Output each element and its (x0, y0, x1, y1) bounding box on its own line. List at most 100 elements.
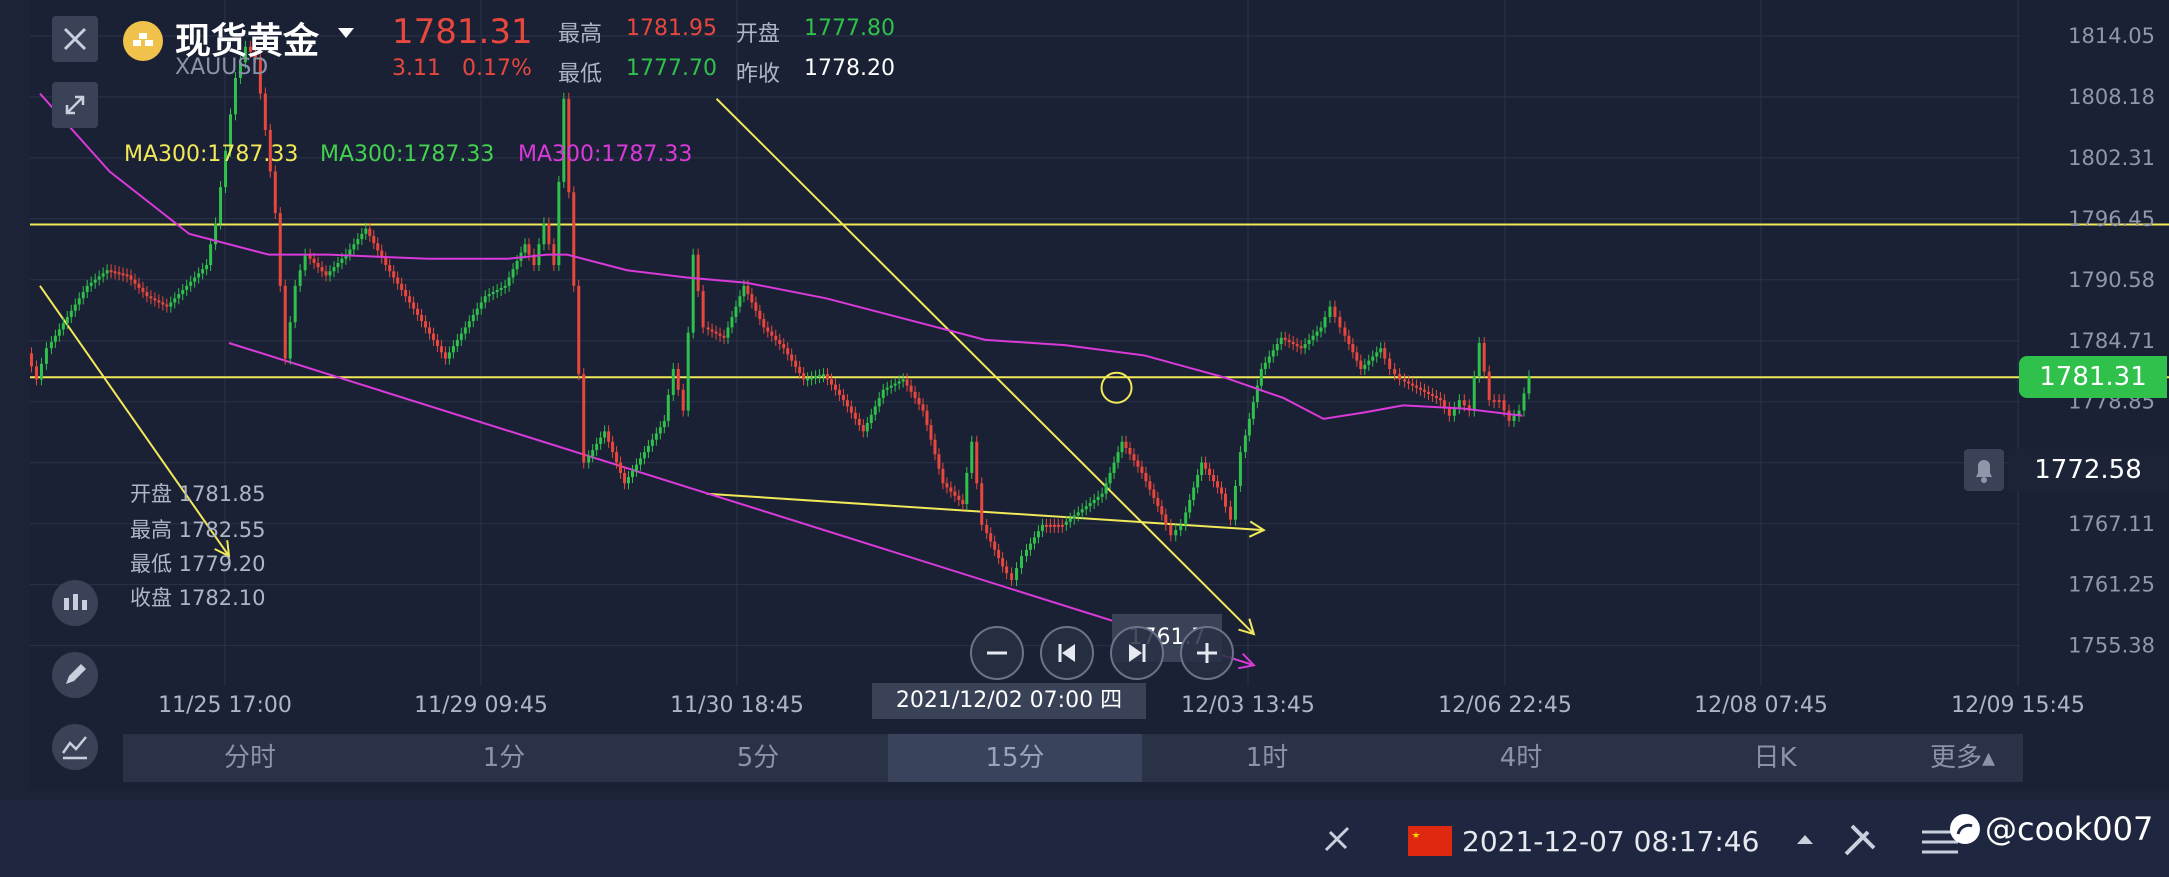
candle-body (1068, 518, 1072, 522)
draw-button[interactable] (52, 652, 98, 698)
candle-body (451, 346, 455, 353)
forward-button[interactable] (1110, 626, 1164, 680)
candle-body (1128, 447, 1132, 455)
candle-body (975, 441, 979, 484)
candle-body (1423, 389, 1426, 392)
no-location-icon[interactable] (1318, 820, 1358, 860)
candle-body (1144, 472, 1148, 482)
candle-body (1315, 331, 1319, 336)
candle-body (1452, 407, 1456, 416)
candle-body (671, 368, 675, 395)
candle-body (69, 310, 73, 318)
x-tick-label: 12/08 07:45 (1694, 693, 1828, 718)
candle-body (1333, 306, 1337, 318)
candle-body (889, 385, 893, 388)
candle-body (638, 458, 642, 465)
timeframe-tabs: 分时 1分 5分 15分 1时 4时 日K 更多▴ (123, 734, 2023, 782)
candle-body (746, 285, 750, 295)
tab-realtime[interactable]: 分时 (123, 734, 377, 782)
candle-body (881, 389, 885, 399)
candle-body (937, 454, 941, 469)
y-tick-label: 1755.38 (2068, 634, 2155, 658)
candle-body (137, 283, 141, 288)
rewind-button[interactable] (1040, 626, 1094, 680)
tab-more[interactable]: 更多▴ (1902, 734, 2023, 782)
candle-body (1005, 566, 1009, 574)
candle-body (970, 441, 974, 473)
candle-body (1032, 537, 1036, 544)
zoom-out-button[interactable] (970, 626, 1024, 680)
candle-body (1411, 383, 1415, 386)
tab-15min[interactable]: 15分 (888, 734, 1142, 782)
candle-body (443, 352, 447, 359)
current-price-tag: 1781.31 (2019, 356, 2167, 398)
candle-body (1060, 524, 1064, 527)
indicator-button[interactable] (52, 724, 98, 770)
candle-body (1052, 524, 1056, 527)
tab-5min[interactable]: 5分 (631, 734, 885, 782)
candle-body (1010, 573, 1014, 580)
candle-type-button[interactable] (52, 580, 98, 626)
candle-body (348, 249, 352, 255)
candle-body (1367, 360, 1371, 365)
candle-body (57, 329, 61, 336)
pencil-icon (66, 664, 86, 684)
close-button[interactable] (52, 16, 98, 62)
candle-body (766, 327, 770, 332)
candle-body (1251, 402, 1255, 419)
alert-button[interactable] (1964, 449, 2004, 491)
candle-body (30, 353, 33, 367)
candle-body (1275, 344, 1279, 351)
high-label: 最高 (558, 22, 603, 47)
candle-body (778, 339, 782, 345)
x-tick-label: 11/29 09:45 (414, 693, 548, 718)
y-tick-label: 1790.58 (2068, 268, 2155, 292)
candle-body (1434, 396, 1438, 399)
chevron-up-icon[interactable] (1795, 832, 1815, 846)
prev-close-label: 昨收 (736, 62, 781, 87)
candle-body (487, 294, 491, 297)
candle-body (1072, 515, 1076, 519)
candle-body (1388, 358, 1392, 369)
candle-body (499, 287, 503, 290)
candle-body (109, 270, 113, 273)
candle-body (1343, 327, 1347, 336)
candle-body (1076, 512, 1080, 516)
last-price: 1781.31 (392, 12, 533, 52)
candle-body (542, 223, 546, 245)
candle-body (798, 366, 802, 374)
candle-body (1383, 348, 1387, 359)
candle-body (34, 366, 38, 380)
status-datetime: 2021-12-07 08:17:46 (1462, 825, 1760, 858)
candle-body (921, 404, 925, 411)
candle-body (1100, 493, 1104, 497)
candle-body (400, 283, 404, 290)
candle-body (1507, 410, 1511, 421)
candle-body (691, 254, 695, 333)
candle-body (463, 327, 467, 334)
candle-body (416, 308, 420, 315)
indicator-icon (61, 736, 87, 760)
candle-body (209, 244, 213, 266)
y-tick-label: 1761.25 (2068, 573, 2155, 597)
tab-1hour[interactable]: 1时 (1140, 734, 1394, 782)
zoom-in-button[interactable] (1180, 626, 1234, 680)
candle-body (1092, 499, 1096, 504)
candle-body (790, 354, 794, 361)
y-tick-label: 1814.05 (2068, 24, 2155, 48)
dropdown-icon[interactable] (336, 26, 356, 40)
candle-body (1426, 391, 1430, 394)
tab-daily[interactable]: 日K (1648, 734, 1902, 782)
x-tick-label: 12/06 22:45 (1438, 693, 1572, 718)
tab-4hour[interactable]: 4时 (1394, 734, 1648, 782)
candle-body (431, 333, 435, 340)
candle-body (953, 491, 957, 496)
candle-body (686, 332, 690, 411)
candle-body (869, 414, 873, 424)
candle-body (1375, 352, 1379, 357)
collapse-button[interactable] (52, 82, 98, 128)
tab-1min[interactable]: 1分 (377, 734, 631, 782)
tools-icon[interactable] (1838, 818, 1882, 862)
candle-body (1472, 376, 1476, 411)
candle-body (467, 321, 471, 328)
